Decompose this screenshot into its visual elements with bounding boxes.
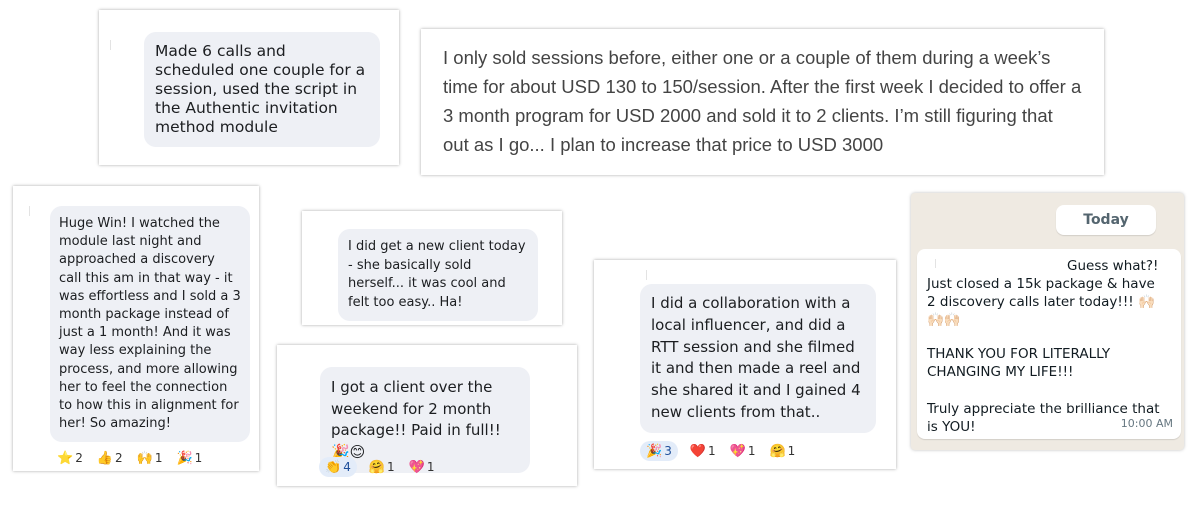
chat-message: Guess what?! Just closed a 15k package &… xyxy=(917,249,1181,439)
raised-hands-icon: 🙌 xyxy=(136,450,153,466)
reaction-bar: ⭐ 2 👍 2 🙌 1 🎉 1 xyxy=(57,451,216,465)
star-icon: ⭐ xyxy=(57,450,74,466)
reaction-bar: 👏 4 🤗 1 💖 1 xyxy=(319,457,448,477)
reaction-count: 1 xyxy=(708,444,716,458)
message-line-1: Guess what?! Just closed a 15k package &… xyxy=(927,258,1159,328)
message-bubble: I did get a new client today - she basic… xyxy=(338,229,538,321)
avatar-placeholder xyxy=(646,270,647,280)
reaction-count: 4 xyxy=(343,460,351,474)
reaction-raised-hands[interactable]: 🙌 1 xyxy=(137,451,163,465)
sparkling-heart-icon: 💖 xyxy=(408,459,425,475)
avatar-placeholder xyxy=(110,40,111,50)
testimonial-card-huge-win: Huge Win! I watched the module last nigh… xyxy=(13,186,259,471)
reaction-star[interactable]: ⭐ 2 xyxy=(57,451,83,465)
date-separator: Today xyxy=(1056,205,1156,235)
reaction-sparkling-heart[interactable]: 💖 1 xyxy=(730,444,756,458)
reaction-count: 1 xyxy=(387,460,395,474)
quote-text: I only sold sessions before, either one … xyxy=(443,47,1082,155)
message-line-2: THANK YOU FOR LITERALLY CHANGING MY LIFE… xyxy=(927,346,1111,380)
reaction-red-heart[interactable]: ❤️ 1 xyxy=(690,444,716,458)
testimonial-card-new-client: I did get a new client today - she basic… xyxy=(302,211,562,325)
hugging-face-icon: 🤗 xyxy=(368,459,386,475)
whatsapp-chat-screenshot: Today Guess what?! Just closed a 15k pac… xyxy=(911,193,1184,450)
reaction-bar: 🎉 3 ❤️ 1 💖 1 🤗 1 xyxy=(640,441,809,461)
message-text: Huge Win! I watched the module last nigh… xyxy=(59,216,241,432)
reaction-count: 1 xyxy=(747,444,756,458)
message-text: I did a collaboration with a local influ… xyxy=(651,294,861,421)
testimonial-card-weekend-client: I got a client over the weekend for 2 mo… xyxy=(277,345,577,486)
reaction-count: 1 xyxy=(154,451,163,465)
reaction-count: 1 xyxy=(194,451,203,465)
avatar-placeholder xyxy=(29,206,30,216)
thumbs-up-icon: 👍 xyxy=(96,450,114,466)
message-text: I got a client over the weekend for 2 mo… xyxy=(331,378,501,461)
sparkling-heart-icon: 💖 xyxy=(729,443,746,459)
reaction-heart[interactable]: 💖 1 xyxy=(409,460,435,474)
reaction-thumbs-up[interactable]: 👍 2 xyxy=(97,451,123,465)
testimonial-card-calls: Made 6 calls and scheduled one couple fo… xyxy=(99,10,399,165)
reaction-count: 2 xyxy=(115,451,123,465)
message-text: I did get a new client today - she basic… xyxy=(348,239,526,310)
reaction-hug[interactable]: 🤗 1 xyxy=(369,460,395,474)
reaction-party[interactable]: 🎉 1 xyxy=(176,451,202,465)
clapping-hands-icon: 👏 xyxy=(325,459,342,475)
message-bubble: Made 6 calls and scheduled one couple fo… xyxy=(144,32,380,147)
reaction-hug[interactable]: 🤗 1 xyxy=(769,444,795,458)
reaction-count: 2 xyxy=(75,451,83,465)
reaction-count: 3 xyxy=(664,444,672,458)
reaction-party[interactable]: 🎉 3 xyxy=(640,441,678,461)
testimonial-card-sessions: I only sold sessions before, either one … xyxy=(421,29,1104,175)
message-text: Made 6 calls and scheduled one couple fo… xyxy=(155,42,366,136)
message-timestamp: 10:00 AM xyxy=(1120,417,1173,430)
hugging-face-icon: 🤗 xyxy=(769,443,786,459)
reaction-count: 1 xyxy=(426,460,435,474)
message-bubble: I did a collaboration with a local influ… xyxy=(640,284,876,433)
party-popper-icon: 🎉 xyxy=(176,450,193,466)
party-popper-icon: 🎉 xyxy=(646,443,663,459)
message-bubble: Huge Win! I watched the module last nigh… xyxy=(50,206,250,443)
reaction-clap[interactable]: 👏 4 xyxy=(319,457,357,477)
red-heart-icon: ❤️ xyxy=(689,443,707,459)
reaction-count: 1 xyxy=(787,444,796,458)
testimonial-card-collaboration: I did a collaboration with a local influ… xyxy=(594,260,896,469)
